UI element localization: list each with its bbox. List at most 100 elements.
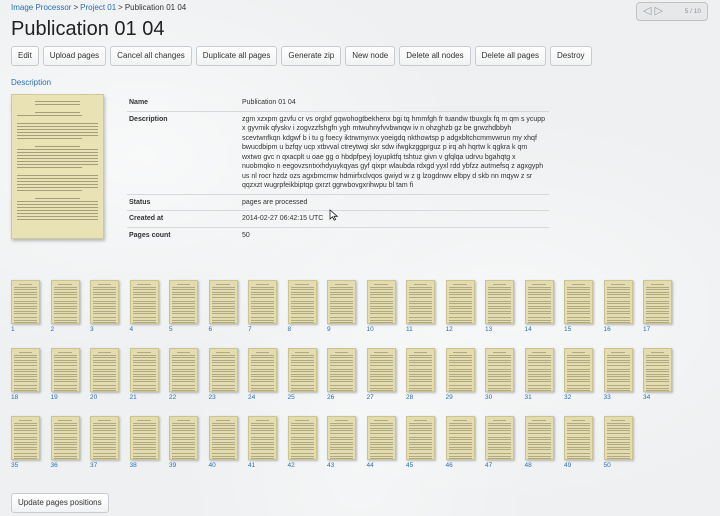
page-thumbnail-image[interactable] [366, 280, 396, 324]
publication-cover-image[interactable] [11, 94, 104, 239]
page-number-link[interactable]: 40 [209, 462, 216, 469]
triangle-right-icon[interactable]: ▷ [654, 6, 662, 17]
page-thumbnail-image[interactable] [248, 348, 277, 392]
page-number-link[interactable]: 18 [11, 394, 18, 401]
page-thumbnail-image[interactable] [50, 416, 80, 460]
page-number-link[interactable]: 20 [90, 394, 97, 401]
page-number-link[interactable]: 33 [604, 394, 611, 401]
page-number-link[interactable]: 34 [643, 394, 650, 401]
page-thumbnail-item[interactable]: 18 [11, 348, 51, 416]
page-thumbnail-item[interactable]: 31 [524, 348, 565, 416]
page-thumbnail-item[interactable]: 46 [445, 416, 486, 484]
new-node-button[interactable]: New node [345, 46, 396, 66]
page-number-link[interactable]: 25 [288, 394, 295, 401]
page-thumbnail-image[interactable] [524, 280, 554, 324]
page-thumbnail-item[interactable]: 10 [366, 280, 407, 348]
page-number-link[interactable]: 15 [564, 326, 571, 333]
page-number-link[interactable]: 7 [248, 326, 252, 333]
page-number-link[interactable]: 24 [248, 394, 255, 401]
page-thumbnail-item[interactable]: 21 [129, 348, 170, 416]
page-thumbnail-image[interactable] [603, 416, 633, 460]
page-thumbnail-item[interactable]: 24 [248, 348, 288, 416]
page-thumbnail-item[interactable]: 16 [603, 280, 644, 348]
page-thumbnail-image[interactable] [643, 348, 672, 392]
page-number-link[interactable]: 8 [288, 326, 292, 333]
page-number-link[interactable]: 37 [90, 462, 97, 469]
page-thumbnail-item[interactable]: 19 [50, 348, 91, 416]
page-thumbnail-image[interactable] [208, 416, 238, 460]
page-number-link[interactable]: 44 [367, 462, 374, 469]
page-thumbnail-image[interactable] [169, 416, 198, 460]
page-thumbnail-item[interactable]: 33 [603, 348, 644, 416]
page-thumbnail-item[interactable]: 4 [129, 280, 170, 348]
page-thumbnail-image[interactable] [11, 416, 40, 460]
page-thumbnail-item[interactable]: 29 [445, 348, 486, 416]
page-thumbnail-image[interactable] [406, 416, 435, 460]
page-thumbnail-image[interactable] [485, 348, 514, 392]
page-number-link[interactable]: 50 [604, 462, 611, 469]
page-thumbnail-image[interactable] [248, 280, 277, 324]
page-number-link[interactable]: 21 [130, 394, 137, 401]
delete-all-pages-button[interactable]: Delete all pages [474, 46, 546, 66]
page-thumbnail-item[interactable]: 39 [169, 416, 209, 484]
page-number-link[interactable]: 5 [169, 326, 173, 333]
page-thumbnail-item[interactable]: 28 [406, 348, 446, 416]
page-thumbnail-image[interactable] [287, 348, 317, 392]
page-thumbnail-item[interactable]: 41 [248, 416, 288, 484]
page-thumbnail-item[interactable]: 27 [366, 348, 407, 416]
page-thumbnail-image[interactable] [11, 348, 40, 392]
page-thumbnail-item[interactable]: 17 [643, 280, 683, 348]
page-number-link[interactable]: 41 [248, 462, 255, 469]
page-thumbnail-item[interactable]: 5 [169, 280, 209, 348]
page-thumbnail-item[interactable]: 37 [90, 416, 130, 484]
page-number-link[interactable]: 11 [406, 326, 413, 333]
upload-pages-button[interactable]: Upload pages [42, 46, 107, 66]
page-thumbnail-item[interactable]: 45 [406, 416, 446, 484]
page-number-link[interactable]: 1 [11, 326, 15, 333]
page-number-link[interactable]: 4 [130, 326, 134, 333]
page-thumbnail-item[interactable]: 49 [564, 416, 604, 484]
page-thumbnail-item[interactable]: 1 [11, 280, 51, 348]
page-thumbnail-item[interactable]: 7 [248, 280, 288, 348]
page-thumbnail-item[interactable]: 26 [327, 348, 367, 416]
page-thumbnail-item[interactable]: 34 [643, 348, 683, 416]
page-thumbnail-item[interactable]: 8 [287, 280, 328, 348]
page-thumbnail-image[interactable] [564, 416, 593, 460]
page-number-link[interactable]: 47 [485, 462, 492, 469]
page-number-link[interactable]: 14 [525, 326, 532, 333]
page-thumbnail-image[interactable] [485, 280, 514, 324]
destroy-button[interactable]: Destroy [549, 46, 592, 66]
page-thumbnail-item[interactable]: 30 [485, 348, 525, 416]
page-number-link[interactable]: 36 [51, 462, 58, 469]
page-thumbnail-image[interactable] [366, 416, 396, 460]
page-number-link[interactable]: 16 [604, 326, 611, 333]
page-number-link[interactable]: 28 [406, 394, 413, 401]
duplicate-all-pages-button[interactable]: Duplicate all pages [195, 46, 278, 66]
page-thumbnail-image[interactable] [524, 416, 554, 460]
page-thumbnail-image[interactable] [248, 416, 277, 460]
page-thumbnail-item[interactable]: 32 [564, 348, 604, 416]
page-thumbnail-item[interactable]: 47 [485, 416, 525, 484]
edit-button[interactable]: Edit [11, 46, 39, 66]
page-thumbnail-item[interactable]: 13 [485, 280, 525, 348]
page-thumbnail-image[interactable] [50, 280, 80, 324]
page-thumbnail-image[interactable] [208, 348, 238, 392]
page-thumbnail-item[interactable]: 50 [603, 416, 644, 484]
page-number-link[interactable]: 19 [51, 394, 58, 401]
page-thumbnail-item[interactable]: 9 [327, 280, 367, 348]
page-thumbnail-image[interactable] [366, 348, 396, 392]
page-thumbnail-image[interactable] [129, 416, 159, 460]
page-thumbnail-image[interactable] [327, 416, 356, 460]
delete-all-nodes-button[interactable]: Delete all nodes [399, 46, 471, 66]
page-thumbnail-image[interactable] [524, 348, 554, 392]
page-thumbnail-image[interactable] [406, 280, 435, 324]
page-thumbnail-image[interactable] [327, 348, 356, 392]
page-thumbnail-image[interactable] [208, 280, 238, 324]
page-thumbnail-image[interactable] [445, 416, 475, 460]
page-thumbnail-image[interactable] [564, 348, 593, 392]
triangle-left-icon[interactable]: ◁ [643, 6, 651, 17]
page-thumbnail-item[interactable]: 35 [11, 416, 51, 484]
page-number-link[interactable]: 38 [130, 462, 137, 469]
page-number-link[interactable]: 35 [11, 462, 18, 469]
page-thumbnail-item[interactable]: 43 [327, 416, 367, 484]
